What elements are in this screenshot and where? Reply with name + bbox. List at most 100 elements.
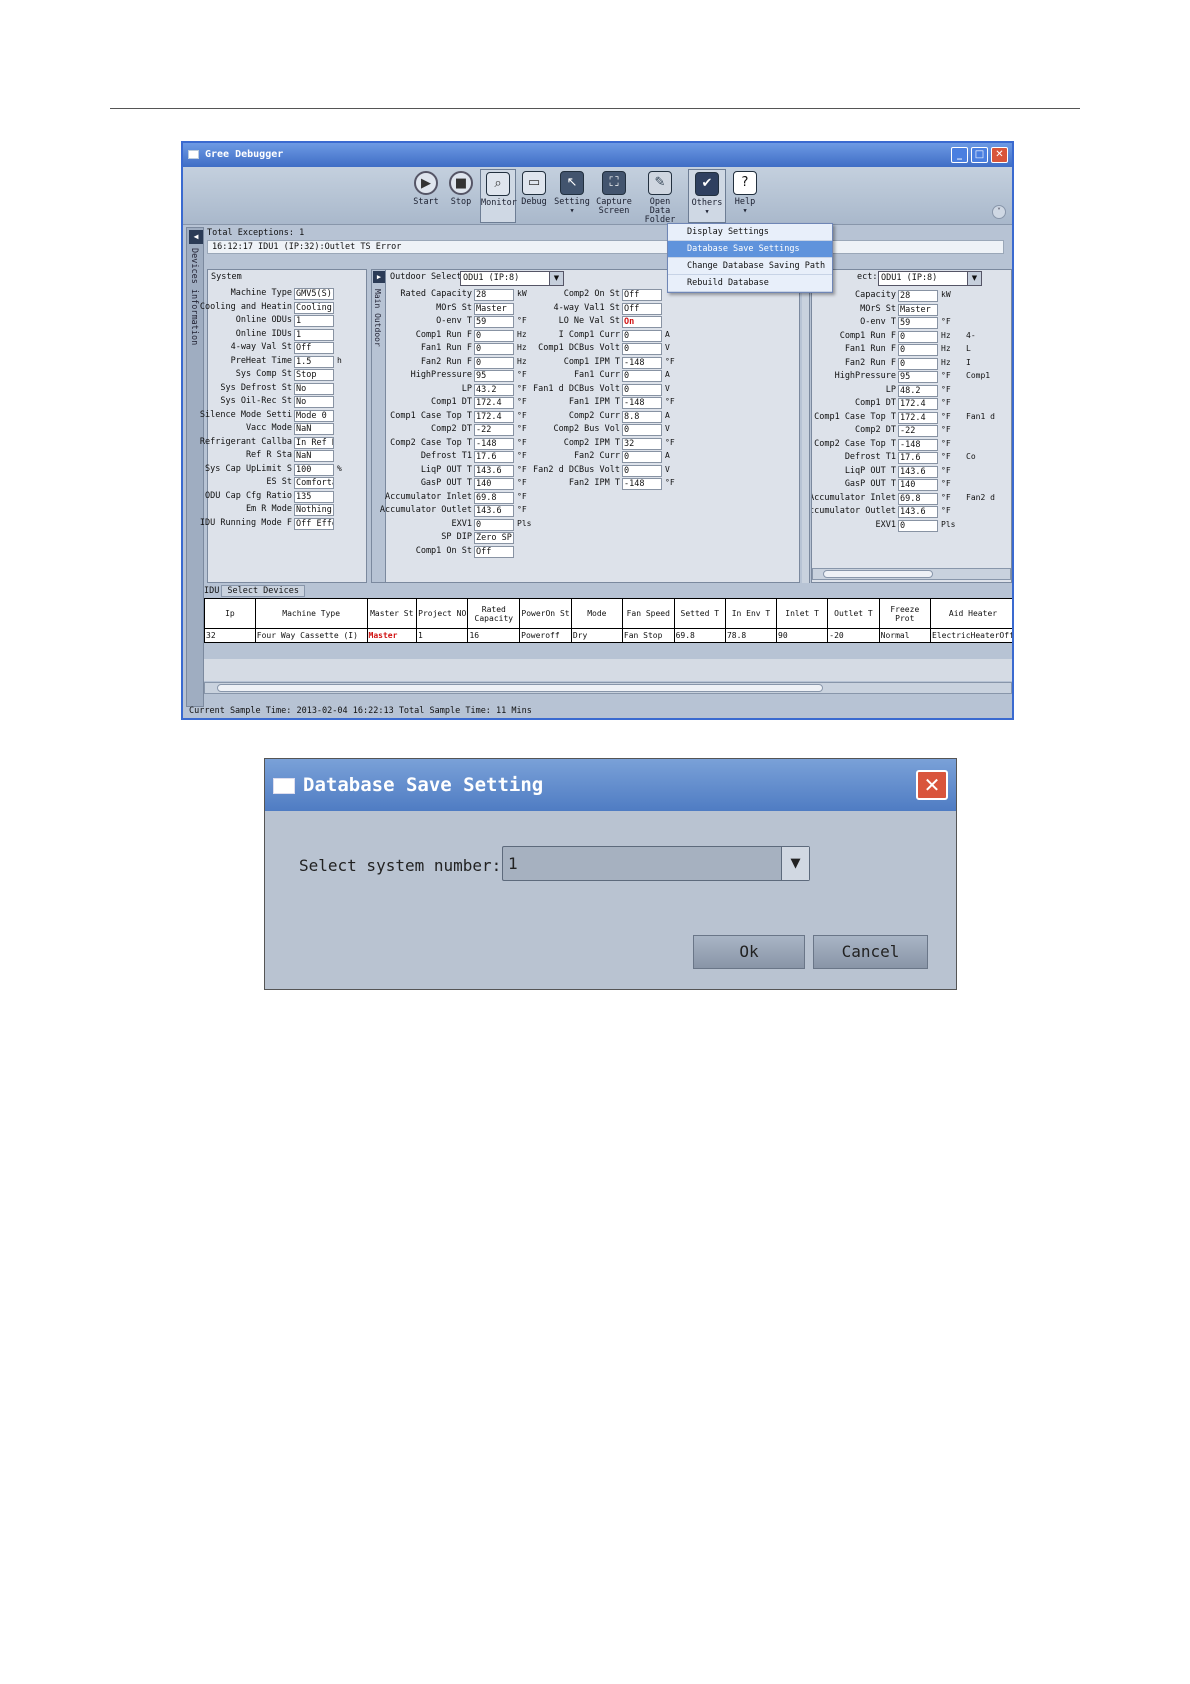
- field-row: Comp1 DT 172.4 °F: [386, 397, 542, 410]
- close-button[interactable]: ✕: [991, 147, 1008, 163]
- table-header: Project NO: [415, 598, 469, 629]
- menu-item[interactable]: Change Database Saving Path: [668, 258, 832, 275]
- field-unit: °F: [941, 479, 951, 488]
- field-label: 4-way Val St: [230, 342, 292, 352]
- system-number-select[interactable]: 1 ▼: [502, 846, 810, 881]
- field-value: 17.6: [474, 451, 514, 463]
- field-label: SP DIP: [441, 532, 472, 542]
- field-unit: °F: [941, 371, 951, 380]
- page-rule: [110, 108, 1080, 109]
- field-label: GasP OUT T: [844, 479, 896, 489]
- toolbar-setting-button[interactable]: ↖ Setting ▾: [553, 169, 591, 223]
- table-cell: Normal: [878, 628, 932, 643]
- table-header: Inlet T: [776, 598, 829, 629]
- cancel-button[interactable]: Cancel: [813, 935, 928, 969]
- table-cell: 16: [467, 628, 521, 643]
- toolbar-collapse-button[interactable]: ˅: [992, 205, 1006, 219]
- select-devices-button[interactable]: Select Devices: [221, 585, 306, 597]
- outdoor2-hscroll[interactable]: [812, 568, 1011, 580]
- menu-item[interactable]: Rebuild Database: [668, 275, 832, 292]
- collapse-arrow-icon[interactable]: ◀: [189, 230, 203, 244]
- field-row: Accumulator Outlet 143.6 °F: [812, 506, 966, 519]
- field-value: 28: [474, 289, 514, 301]
- field-unit: Hz: [517, 343, 527, 352]
- field-unit: Hz: [941, 344, 951, 353]
- field-unit: Hz: [941, 357, 951, 367]
- table-header: Mode: [570, 598, 623, 629]
- table-row[interactable]: 32 Four Way Cassette (I) Master 1 16 Poweroff…: [204, 628, 1012, 643]
- field-value: 143.6: [898, 506, 938, 518]
- dialog-close-button[interactable]: ✕: [916, 770, 948, 800]
- table-cell: -20: [827, 628, 880, 643]
- field-row: Rated Capacity 28 kW: [386, 289, 542, 302]
- toolbar-stop-button[interactable]: ■ Stop: [446, 169, 476, 223]
- field-unit: °F: [517, 370, 527, 379]
- field-row: Defrost T1 17.6 °F Co: [812, 452, 976, 465]
- field-value: Off: [294, 342, 334, 354]
- outdoor2-select[interactable]: ODU1 (IP:8) ▼: [878, 271, 982, 286]
- field-row: Sys Cap UpLimit S 100%: [205, 463, 362, 477]
- field-value: 0: [622, 451, 662, 463]
- field-value: 0: [622, 383, 662, 396]
- field-label: Fan2 Run F: [420, 356, 472, 367]
- outdoor-select-label: Outdoor Select:: [390, 272, 467, 282]
- debug-icon: ▭: [522, 171, 546, 195]
- table-header: Freeze Prot: [878, 598, 932, 629]
- field-row: Cooling and HeatinCooling (: [200, 301, 362, 315]
- field-label: IDU Running Mode F: [199, 517, 292, 528]
- field-label: EXV1: [451, 518, 472, 529]
- field-value: Cooling (: [294, 301, 334, 314]
- field-unit: °F: [517, 316, 527, 325]
- field-value: 0: [898, 330, 938, 343]
- toolbar-help-button[interactable]: ? Help ▾: [730, 169, 760, 223]
- panel-splitter[interactable]: [802, 269, 810, 583]
- ok-button[interactable]: Ok: [693, 935, 805, 969]
- field-value: -148: [622, 397, 662, 409]
- table-header: Ip: [204, 598, 256, 629]
- field-label: Comp1 Case Top T: [390, 410, 472, 421]
- field-row: Accumulator Outlet 143.6 °F: [380, 505, 542, 518]
- toolbar-start-button[interactable]: ▶ Start: [411, 169, 441, 223]
- field-row: Comp2 Curr 8.8 A: [562, 410, 690, 424]
- field-unit: V: [665, 343, 670, 352]
- toolbar: ▶ Start ■ Stop ⌕ Monitor ▭ Debug ↖ Setting ▾ ⛶…: [183, 167, 1012, 225]
- field-value: NaN: [294, 423, 334, 435]
- toolbar-capture-button[interactable]: ⛶ Capture Screen: [593, 169, 635, 223]
- menu-item[interactable]: Database Save Settings: [668, 241, 832, 258]
- devices-side-tab[interactable]: ◀ Devices information: [186, 227, 204, 707]
- field-unit: Pls: [941, 519, 956, 529]
- field-unit: h: [337, 355, 342, 365]
- menu-item[interactable]: Display Settings: [668, 224, 832, 241]
- field-value: GMV5(S): [294, 288, 334, 300]
- toolbar-others-button[interactable]: ✔ Others ▾: [688, 169, 726, 223]
- field-label: Em R Mode: [245, 504, 292, 514]
- field-label: Accumulator Inlet: [385, 491, 472, 502]
- field-unit: V: [665, 424, 670, 433]
- table-header: Rated Capacity: [467, 598, 521, 629]
- field-label: Comp2 On St: [563, 289, 620, 299]
- toolbar-open-folder-button[interactable]: ✎ Open Data Folder: [637, 169, 683, 225]
- main-outdoor-tab[interactable]: ▶ Main Outdoor: [372, 270, 386, 582]
- expand-arrow-icon[interactable]: ▶: [373, 271, 385, 283]
- field-value: 140: [898, 479, 938, 491]
- toolbar-monitor-button[interactable]: ⌕ Monitor: [480, 169, 517, 223]
- field-label: Silence Mode Setti: [199, 409, 292, 420]
- idu-hscroll[interactable]: [204, 682, 1012, 694]
- maximize-button[interactable]: □: [971, 147, 988, 163]
- exceptions-area: Total Exceptions: 1 16:12:17 IDU1 (IP:32…: [207, 227, 1004, 254]
- field-row: EXV1 0 Pls: [386, 518, 542, 532]
- field-row: LiqP OUT T 143.6 °F: [812, 465, 966, 479]
- field-label: Fan1 Curr: [573, 370, 620, 380]
- toolbar-debug-button[interactable]: ▭ Debug: [519, 169, 549, 223]
- field-label: Fan2 Curr: [573, 451, 620, 461]
- field-row: Comp2 DT -22 °F: [812, 425, 966, 438]
- exception-line[interactable]: 16:12:17 IDU1 (IP:32):Outlet TS Error: [207, 240, 1004, 254]
- minimize-button[interactable]: _: [951, 147, 968, 163]
- field-label: Accumulator Outlet: [379, 505, 472, 515]
- field-row: Sys Defrost St No: [208, 382, 362, 396]
- field-value: 0: [474, 343, 514, 355]
- field-value: -22: [474, 424, 514, 436]
- outdoor-select[interactable]: ODU1 (IP:8) ▼: [460, 271, 564, 286]
- capture-icon: ⛶: [602, 171, 626, 195]
- field-label-truncated: L: [966, 344, 971, 353]
